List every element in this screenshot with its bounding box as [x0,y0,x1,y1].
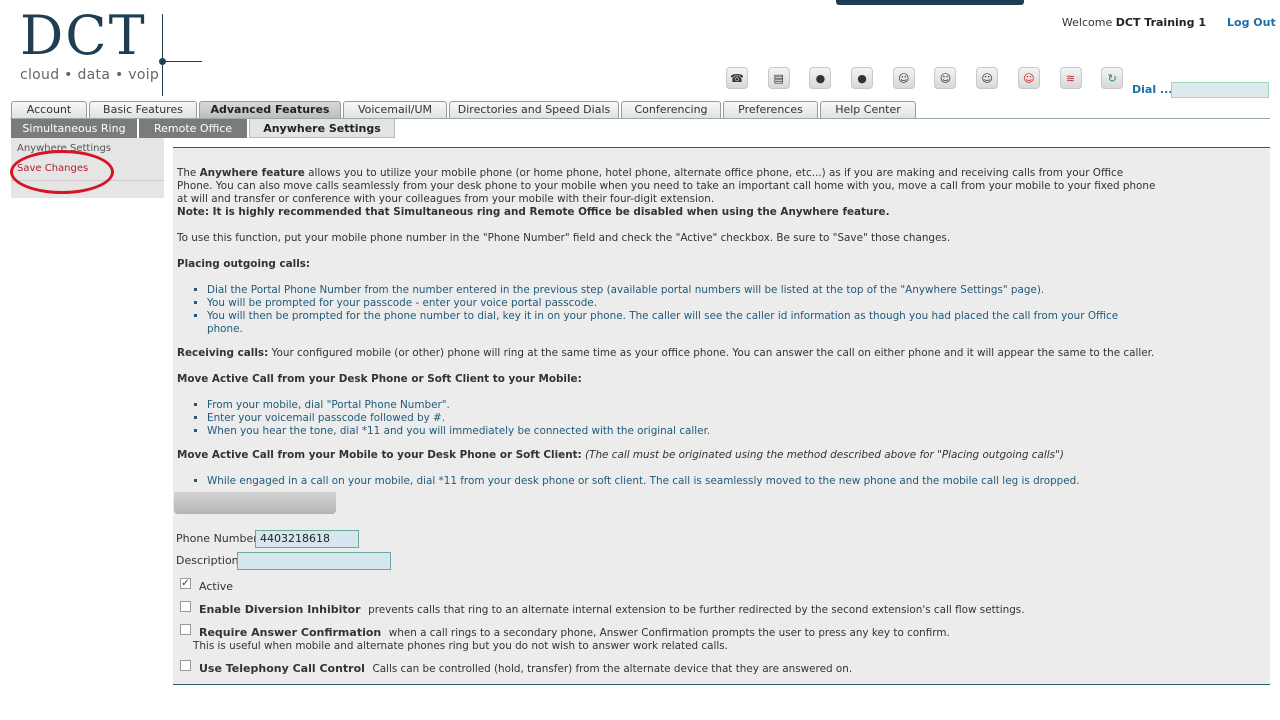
mobile-to-desk-list: While engaged in a call on your mobile, … [207,475,1157,488]
use-instructions: To use this function, put your mobile ph… [177,232,951,244]
contacts-icon[interactable]: ☎ [726,67,748,89]
voicemail-8-icon[interactable]: ● [809,67,832,89]
answer-confirmation-checkbox[interactable] [180,624,191,635]
telephony-control-title: Use Telephony Call Control [199,662,365,675]
list-item: You will be prompted for your passcode -… [207,297,1157,310]
notes-icon[interactable]: ▤ [767,67,790,89]
answer-confirmation-row: Require Answer Confirmation when a call … [199,626,950,639]
list-item: Enter your voicemail passcode followed b… [207,412,1157,425]
top-strip [836,0,1024,5]
logo-text: DCT [20,4,147,67]
outgoing-list: Dial the Portal Phone Number from the nu… [207,284,1157,336]
user-name: DCT Training 1 [1115,16,1206,29]
tab-help-center[interactable]: Help Center [820,101,916,119]
toolbar-icons: ☎ ▤ ● ● ☺ ☺ ☺ ☺ ≋ ↻ [726,67,1143,91]
desk-to-mobile-list: From your mobile, dial "Portal Phone Num… [207,399,1157,438]
sub-tabs: Simultaneous Ring Remote Office Anywhere… [11,119,397,138]
receiving-text: Your configured mobile (or other) phone … [268,347,1155,359]
note-text: Note: It is highly recommended that Simu… [177,206,890,218]
dial-label: Dial ... [1132,83,1173,96]
intro-text-rest: allows you to utilize your mobile phone … [177,167,1156,205]
subtab-remote-office[interactable]: Remote Office [139,119,247,138]
tab-conferencing[interactable]: Conferencing [621,101,721,119]
tab-directories[interactable]: Directories and Speed Dials [449,101,619,119]
answer-confirmation-desc: when a call rings to a secondary phone, … [388,627,950,639]
logo-tagline: cloud • data • voip [20,67,160,83]
user-admin-icon[interactable]: ☺ [976,67,999,89]
list-item: From your mobile, dial "Portal Phone Num… [207,399,1157,412]
logo-line [162,14,163,96]
telephony-control-row: Use Telephony Call Control Calls can be … [199,662,852,675]
main-tabs: Account Basic Features Advanced Features… [11,101,918,119]
active-checkbox[interactable]: ✓ [180,578,191,589]
user-red-icon[interactable]: ☺ [1017,67,1040,89]
desk-to-mobile-heading: Move Active Call from your Desk Phone or… [177,373,582,385]
answer-confirmation-title: Require Answer Confirmation [199,626,382,639]
diversion-inhibitor-row: Enable Diversion Inhibitor prevents call… [199,603,1025,616]
voicemail-700-icon[interactable]: ● [851,67,874,89]
tab-voicemail[interactable]: Voicemail/UM [343,101,447,119]
telephony-control-desc: Calls can be controlled (hold, transfer)… [372,663,853,675]
diversion-inhibitor-checkbox[interactable] [180,601,191,612]
receiving-paragraph: Receiving calls: Your configured mobile … [177,347,1157,360]
tab-basic-features[interactable]: Basic Features [89,101,197,119]
description-input[interactable] [237,552,391,570]
mobile-to-desk-paragraph: Move Active Call from your Mobile to you… [177,449,1157,462]
mobile-to-desk-heading: Move Active Call from your Mobile to you… [177,449,582,461]
refresh-icon[interactable]: ↻ [1101,67,1124,89]
subtab-simultaneous-ring[interactable]: Simultaneous Ring [11,119,137,138]
list-item: Dial the Portal Phone Number from the nu… [207,284,1157,297]
tab-account[interactable]: Account [11,101,87,119]
telephony-control-checkbox[interactable] [180,660,191,671]
welcome-text: Welcome DCT Training 1 [1062,16,1206,29]
user-icon[interactable]: ☺ [892,67,915,89]
mobile-to-desk-note: (The call must be originated using the m… [581,449,1064,461]
answer-confirmation-desc-2: This is useful when mobile and alternate… [193,640,728,652]
diversion-inhibitor-title: Enable Diversion Inhibitor [199,603,361,616]
highlight-circle [10,150,114,194]
outgoing-heading: Placing outgoing calls: [177,258,311,270]
intro-text: The [177,167,200,179]
wifi-icon[interactable]: ≋ [1059,67,1082,89]
logout-link[interactable]: Log Out [1227,16,1276,29]
welcome-prefix: Welcome [1061,16,1113,29]
tab-advanced-features[interactable]: Advanced Features [199,101,341,119]
receiving-heading: Receiving calls: [177,347,269,359]
active-label: Active [199,580,234,593]
list-item: While engaged in a call on your mobile, … [207,475,1157,488]
logo-dot [159,58,166,65]
intro-paragraph: The Anywhere feature allows you to utili… [177,167,1157,206]
description-label: Description: [176,554,243,567]
phone-number-input[interactable]: 4403218618 [255,530,359,548]
dial-input[interactable] [1171,82,1269,98]
phone-number-label: Phone Number: [176,532,262,545]
section-header-bar [174,492,336,514]
user-group-icon[interactable]: ☺ [934,67,957,89]
tab-preferences[interactable]: Preferences [723,101,818,119]
list-item: When you hear the tone, dial *11 and you… [207,425,1157,438]
logo-line [162,61,202,62]
diversion-inhibitor-desc: prevents calls that ring to an alternate… [368,604,1025,616]
list-item: You will then be prompted for the phone … [207,310,1157,336]
subtab-anywhere-settings[interactable]: Anywhere Settings [249,119,395,138]
help-content: The Anywhere feature allows you to utili… [177,167,1157,488]
intro-feature: Anywhere feature [199,167,305,179]
